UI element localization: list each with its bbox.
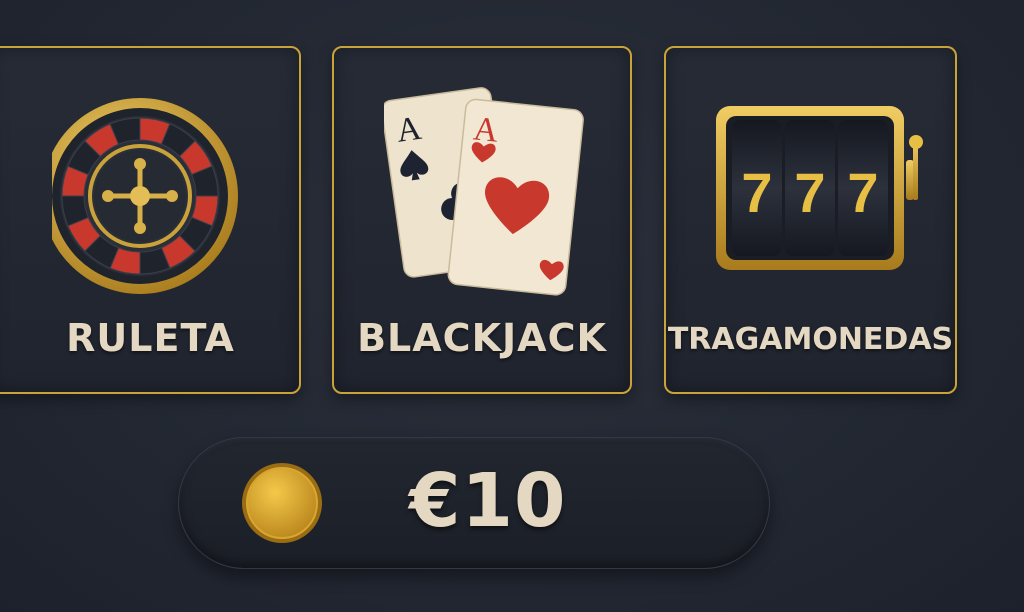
reel-symbol-2: 7 xyxy=(794,161,825,224)
reel-symbol-1: 7 xyxy=(741,161,772,224)
game-label-ruleta: RULETA xyxy=(66,316,235,360)
balance-amount: €10 xyxy=(409,458,567,544)
game-card-ruleta[interactable]: RULETA xyxy=(0,46,301,394)
reel-symbol-3: 7 xyxy=(847,161,878,224)
game-card-tragamonedas[interactable]: 7 7 7 TRAGAMONEDAS xyxy=(664,46,957,394)
game-label-blackjack: BLACKJACK xyxy=(357,316,607,360)
slot-machine-icon: 7 7 7 xyxy=(714,100,926,276)
roulette-wheel-icon xyxy=(42,88,252,304)
game-label-tragamonedas: TRAGAMONEDAS xyxy=(667,322,954,357)
game-card-blackjack[interactable]: A A BLACKJACK xyxy=(332,46,632,394)
coin-icon xyxy=(241,462,323,544)
playing-cards-icon: A A xyxy=(381,84,584,298)
game-lobby: RULETA A A BLACKJACK 7 7 7 TRAGAMONEDAS … xyxy=(0,0,1024,612)
balance-display: €10 xyxy=(178,437,770,569)
